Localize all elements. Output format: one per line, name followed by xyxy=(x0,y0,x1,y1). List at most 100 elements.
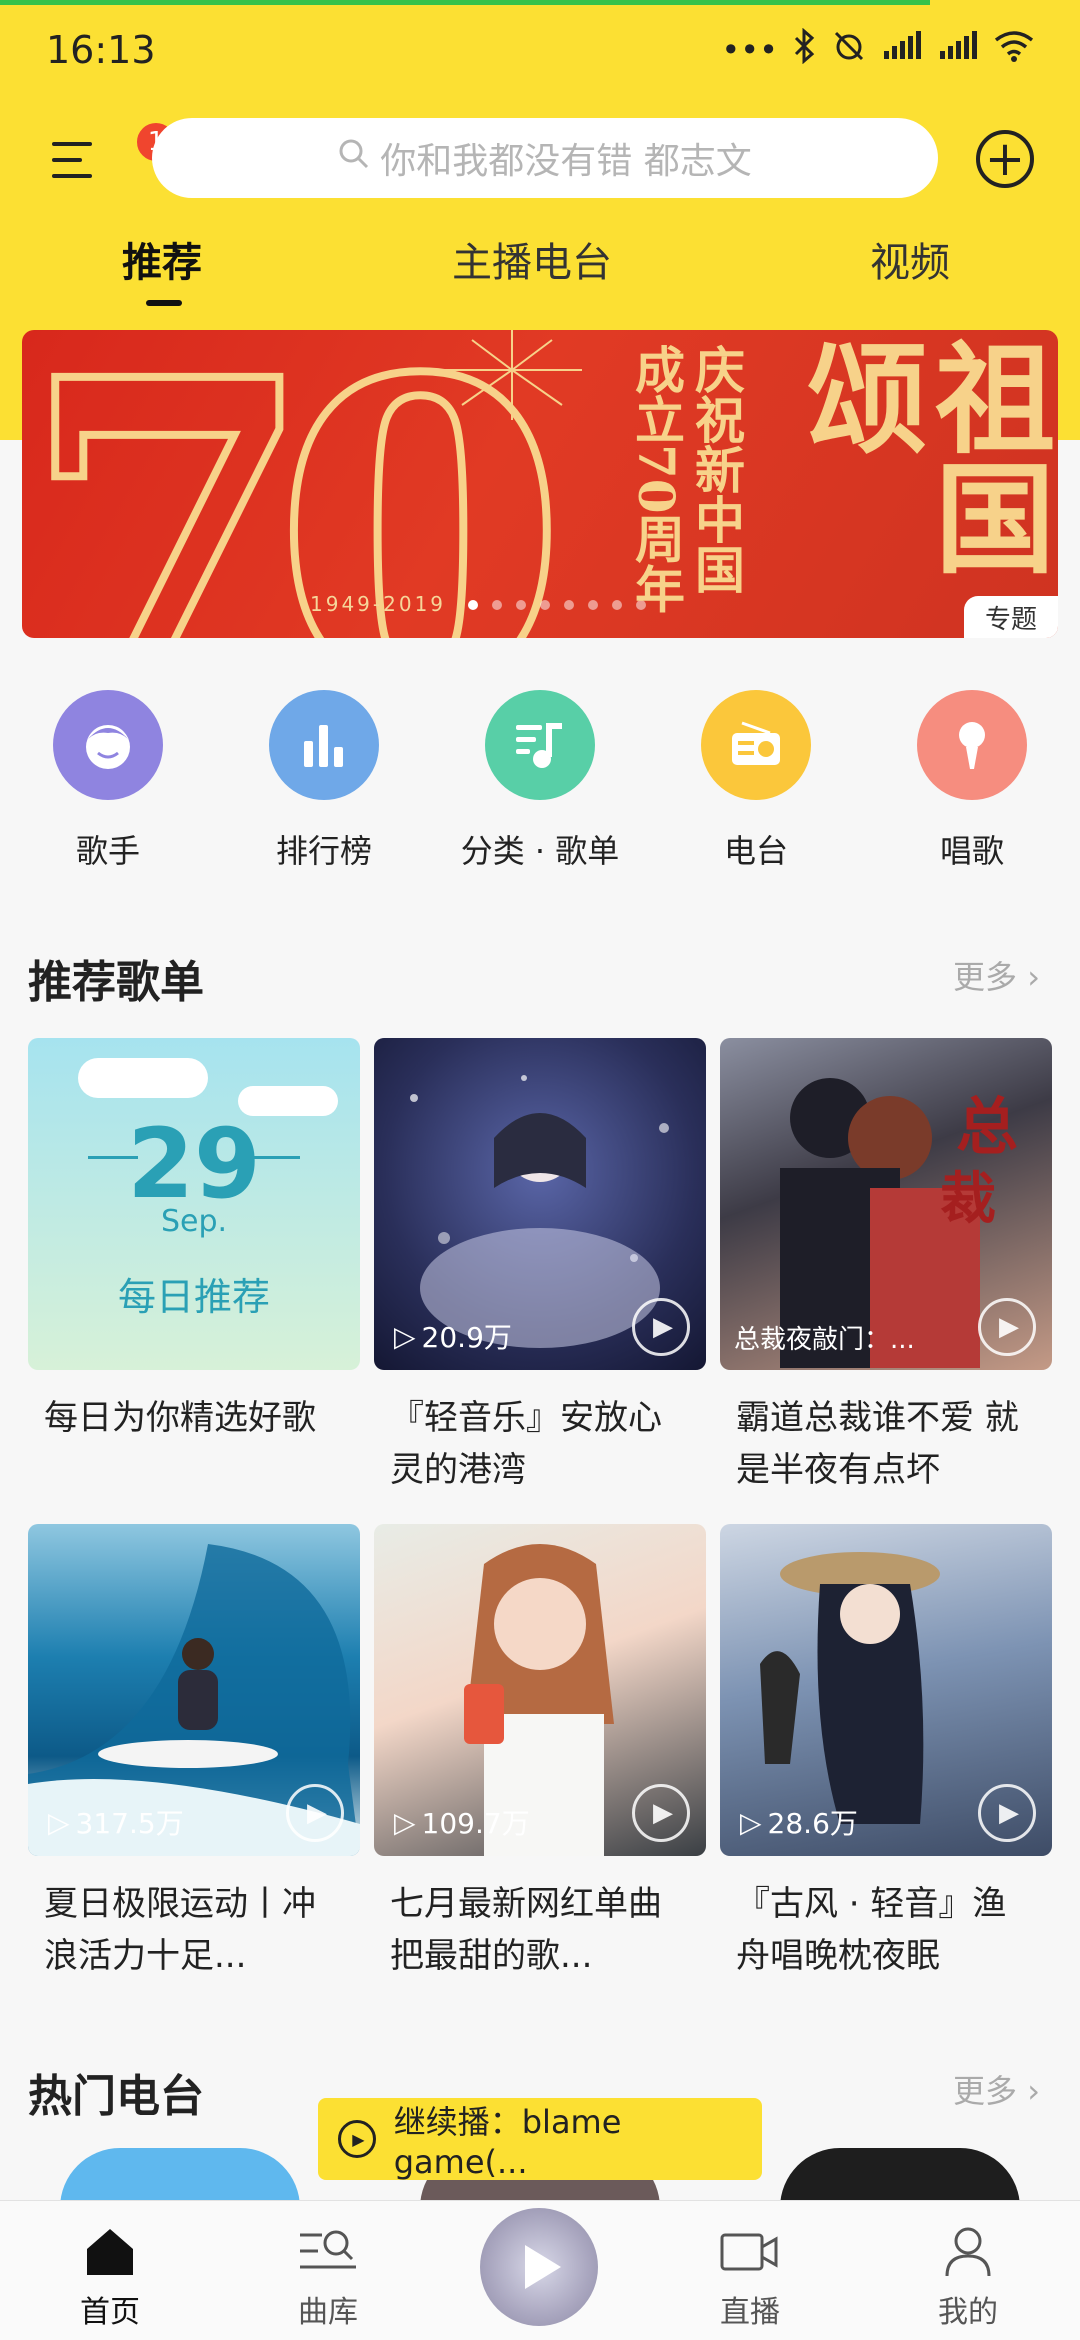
playlist-cover: 29 Sep. 每日推荐 xyxy=(28,1038,360,1370)
radio-cover[interactable] xyxy=(60,2148,300,2208)
banner-years: 1949-2019 xyxy=(310,592,447,616)
playlist-card[interactable]: ▷ 109.7万 ▶ 七月最新网红单曲 把最甜的歌... xyxy=(374,1524,706,1982)
radio-cover[interactable] xyxy=(780,2148,1020,2208)
play-count-value: 28.6万 xyxy=(767,1807,858,1840)
signal-icon xyxy=(882,31,922,69)
tab-indicator xyxy=(146,300,182,306)
shortcut-label: 分类 · 歌单 xyxy=(460,832,620,870)
status-bar: 16:13 ••• xyxy=(0,0,1080,100)
shortcut-label: 唱歌 xyxy=(939,832,1004,870)
menu-icon-line xyxy=(52,158,82,162)
playlist-title: 『古风 · 轻音』渔舟唱晚枕夜眠 xyxy=(736,1884,1007,1976)
playlist-cover: ▷ 109.7万 ▶ xyxy=(374,1524,706,1856)
now-playing-disc[interactable] xyxy=(480,2208,598,2326)
daily-label: 每日推荐 xyxy=(117,1275,270,1319)
playlist-card[interactable]: 29 Sep. 每日推荐 每日为你精选好歌 xyxy=(28,1038,360,1496)
tab-anchor-radio[interactable]: 主播电台 xyxy=(452,230,612,288)
radio-icon xyxy=(701,690,811,800)
banner-70-graphic: 70 xyxy=(22,330,571,638)
playlist-card[interactable]: 总 裁 总裁夜敲门：... ▶ 霸道总裁谁不爱 就是半夜有点坏 xyxy=(720,1038,1052,1496)
nav-label: 首页 xyxy=(80,2295,140,2330)
play-icon: ▶ xyxy=(999,1312,1019,1342)
play-button[interactable]: ▶ xyxy=(978,1784,1036,1842)
playlist-title: 七月最新网红单曲 把最甜的歌... xyxy=(390,1884,662,1976)
play-small-icon: ▷ xyxy=(394,1319,416,1353)
nav-label: 曲库 xyxy=(298,2295,358,2330)
shortcut-karaoke[interactable]: 唱歌 xyxy=(882,690,1062,872)
plus-icon: + xyxy=(984,131,1026,187)
bluetooth-icon xyxy=(794,27,816,72)
play-count: ▷ 317.5万 xyxy=(48,1802,184,1842)
continue-playing-bar[interactable]: ▶ 继续播：blame game(... xyxy=(318,2098,762,2181)
play-icon: ▶ xyxy=(653,1798,673,1828)
playlist-title: 霸道总裁谁不爱 就是半夜有点坏 xyxy=(736,1398,1019,1490)
playlist-title: 『轻音乐』安放心灵的港湾 xyxy=(390,1398,662,1490)
playlist-cover: ▷ 317.5万 ▶ xyxy=(28,1524,360,1856)
continue-playing-text: 继续播：blame game(... xyxy=(393,2103,622,2181)
menu-icon xyxy=(52,142,92,146)
tab-video[interactable]: 视频 xyxy=(870,230,950,288)
play-small-icon: ▷ xyxy=(740,1805,762,1839)
signal-roaming-icon xyxy=(938,31,978,69)
more-dots-icon: ••• xyxy=(721,31,778,69)
shortcut-charts[interactable]: 排行榜 xyxy=(234,690,414,872)
top-tabs: 推荐 主播电台 视频 xyxy=(0,230,1080,310)
more-label: 更多 xyxy=(953,2072,1018,2110)
menu-button[interactable]: 1 xyxy=(46,120,178,186)
play-icon: ▶ xyxy=(999,1798,1019,1828)
status-icons: ••• xyxy=(721,27,1034,72)
nav-home[interactable]: 首页 xyxy=(40,2201,180,2340)
nav-label: 我的 xyxy=(938,2295,998,2330)
music-note-list-icon xyxy=(485,690,595,800)
live-camera-icon xyxy=(680,2221,820,2283)
banner-headline: 祖国颂 xyxy=(786,336,1055,576)
pagination-dot xyxy=(612,600,622,610)
shortcut-singer[interactable]: 歌手 xyxy=(18,690,198,872)
nav-me[interactable]: 我的 xyxy=(898,2201,1038,2340)
section-title-hot-radio: 热门电台 xyxy=(28,2071,204,2122)
playlist-title: 每日为你精选好歌 xyxy=(44,1398,316,1438)
playlist-card[interactable]: ▷ 20.9万 ▶ 『轻音乐』安放心灵的港湾 xyxy=(374,1038,706,1496)
play-icon: ▶ xyxy=(653,1312,673,1342)
play-small-icon: ▷ xyxy=(394,1805,416,1839)
wifi-icon xyxy=(994,30,1034,70)
more-link-recommend[interactable]: 更多 › xyxy=(953,952,1040,998)
playlist-cover: ▷ 20.9万 ▶ xyxy=(374,1038,706,1370)
promo-banner[interactable]: 70 1949-2019 成立70周年 庆祝新中国 祖国颂 专题 xyxy=(22,330,1058,638)
play-button[interactable]: ▶ xyxy=(632,1298,690,1356)
pagination-dot xyxy=(516,600,526,610)
play-count-value: 109.7万 xyxy=(421,1807,530,1840)
play-count-value: 20.9万 xyxy=(421,1321,512,1354)
status-time: 16:13 xyxy=(46,28,156,72)
play-button[interactable]: ▶ xyxy=(286,1784,344,1842)
pagination-dot xyxy=(540,600,550,610)
play-button[interactable]: ▶ xyxy=(632,1784,690,1842)
shortcut-radio[interactable]: 电台 xyxy=(666,690,846,872)
nav-library[interactable]: 曲库 xyxy=(258,2201,398,2340)
add-button[interactable]: + xyxy=(976,130,1034,188)
banner-tag: 专题 xyxy=(964,596,1058,638)
search-input[interactable]: 你和我都没有错 都志文 xyxy=(152,118,938,198)
playlist-cover: 总 裁 总裁夜敲门：... ▶ xyxy=(720,1038,1052,1370)
play-count: ▷ 28.6万 xyxy=(740,1802,858,1842)
mute-alarm-icon xyxy=(832,29,866,71)
playlist-card[interactable]: ▷ 317.5万 ▶ 夏日极限运动丨冲浪活力十足... xyxy=(28,1524,360,1982)
playlist-title: 夏日极限运动丨冲浪活力十足... xyxy=(44,1884,316,1976)
banner-text-left: 成立70周年 xyxy=(627,344,686,614)
play-count: ▷ 109.7万 xyxy=(394,1802,530,1842)
shortcut-category-playlist[interactable]: 分类 · 歌单 xyxy=(450,690,630,872)
microphone-icon xyxy=(917,690,1027,800)
nav-live[interactable]: 直播 xyxy=(680,2201,820,2340)
singer-icon xyxy=(53,690,163,800)
search-placeholder: 你和我都没有错 都志文 xyxy=(380,141,752,182)
tab-recommend[interactable]: 推荐 xyxy=(122,230,202,288)
chevron-right-icon: › xyxy=(1027,2072,1040,2110)
menu-icon-line xyxy=(52,174,92,178)
play-button[interactable]: ▶ xyxy=(978,1298,1036,1356)
shortcut-label: 电台 xyxy=(723,832,788,870)
shortcut-row: 歌手 排行榜 分类 · 歌单 电台 唱歌 xyxy=(0,690,1080,880)
playlist-card[interactable]: ▷ 28.6万 ▶ 『古风 · 轻音』渔舟唱晚枕夜眠 xyxy=(720,1524,1052,1982)
play-count: ▷ 20.9万 xyxy=(394,1316,512,1356)
more-link-hot-radio[interactable]: 更多 › xyxy=(953,2066,1040,2112)
pagination-dot xyxy=(468,600,478,610)
